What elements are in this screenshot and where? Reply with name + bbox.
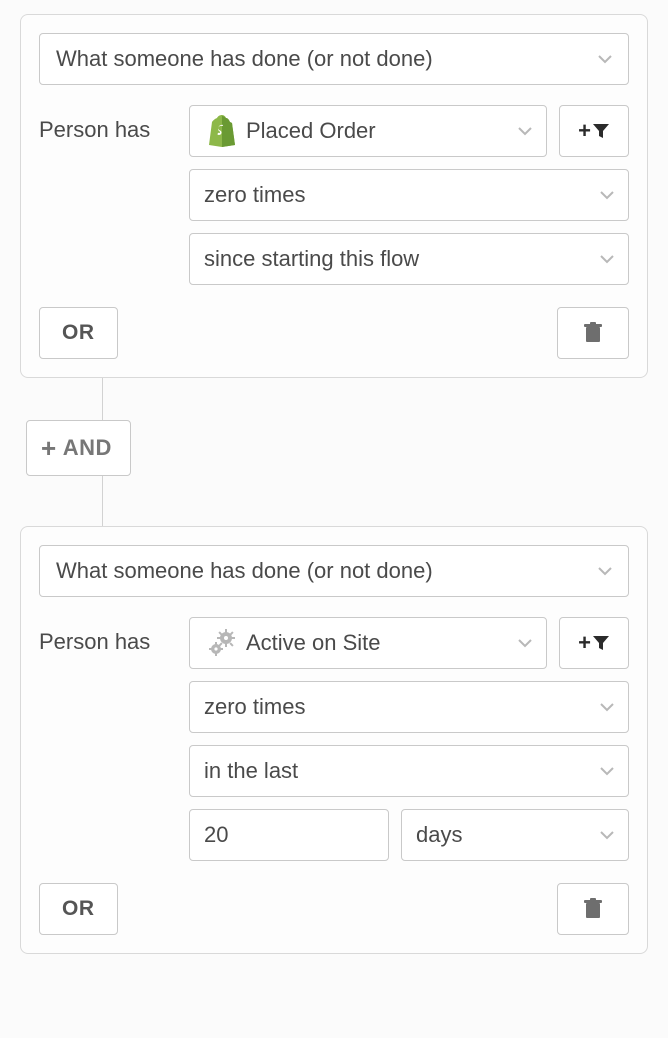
metric-label: Active on Site: [246, 630, 381, 656]
and-button[interactable]: + AND: [26, 420, 131, 476]
trash-icon: [583, 898, 603, 920]
or-label: OR: [62, 321, 95, 345]
add-filter-button[interactable]: +: [559, 617, 629, 669]
timeframe-unit-select[interactable]: days: [401, 809, 629, 861]
chevron-down-icon: [600, 766, 614, 776]
subject-label: Person has: [39, 617, 189, 655]
metric-select[interactable]: Placed Order: [189, 105, 547, 157]
shopify-icon: [204, 115, 240, 147]
delete-button[interactable]: [557, 307, 629, 359]
timeframe-unit-label: days: [416, 822, 462, 848]
gears-icon: [204, 629, 240, 657]
funnel-icon: [592, 634, 610, 652]
condition-block-1: What someone has done (or not done) Pers…: [20, 526, 648, 954]
timeframe-mode-select[interactable]: in the last: [189, 745, 629, 797]
count-operator-label: zero times: [204, 694, 305, 720]
chevron-down-icon: [518, 638, 532, 648]
condition-type-select[interactable]: What someone has done (or not done): [39, 545, 629, 597]
and-label: AND: [63, 435, 112, 461]
condition-type-label: What someone has done (or not done): [56, 558, 433, 584]
or-label: OR: [62, 897, 95, 921]
chevron-down-icon: [600, 254, 614, 264]
metric-select[interactable]: Active on Site: [189, 617, 547, 669]
condition-type-select[interactable]: What someone has done (or not done): [39, 33, 629, 85]
chevron-down-icon: [600, 190, 614, 200]
count-operator-select[interactable]: zero times: [189, 169, 629, 221]
trash-icon: [583, 322, 603, 344]
condition-row: Person has: [39, 617, 629, 861]
timeframe-value: 20: [204, 822, 228, 848]
chevron-down-icon: [600, 702, 614, 712]
chevron-down-icon: [518, 126, 532, 136]
metric-label: Placed Order: [246, 118, 376, 144]
fields-column: Placed Order +: [189, 105, 629, 285]
delete-button[interactable]: [557, 883, 629, 935]
condition-row: Person has Placed Order: [39, 105, 629, 285]
or-button[interactable]: OR: [39, 307, 118, 359]
and-connector: + AND: [20, 378, 648, 526]
count-operator-label: zero times: [204, 182, 305, 208]
subject-label: Person has: [39, 105, 189, 143]
chevron-down-icon: [598, 54, 612, 64]
condition-type-label: What someone has done (or not done): [56, 46, 433, 72]
timeframe-mode-label: in the last: [204, 758, 298, 784]
chevron-down-icon: [598, 566, 612, 576]
or-button[interactable]: OR: [39, 883, 118, 935]
chevron-down-icon: [600, 830, 614, 840]
count-operator-select[interactable]: zero times: [189, 681, 629, 733]
timeframe-mode-select[interactable]: since starting this flow: [189, 233, 629, 285]
timeframe-value-input[interactable]: 20: [189, 809, 389, 861]
add-filter-button[interactable]: +: [559, 105, 629, 157]
condition-block-0: What someone has done (or not done) Pers…: [20, 14, 648, 378]
timeframe-mode-label: since starting this flow: [204, 246, 419, 272]
funnel-icon: [592, 122, 610, 140]
fields-column: Active on Site +: [189, 617, 629, 861]
